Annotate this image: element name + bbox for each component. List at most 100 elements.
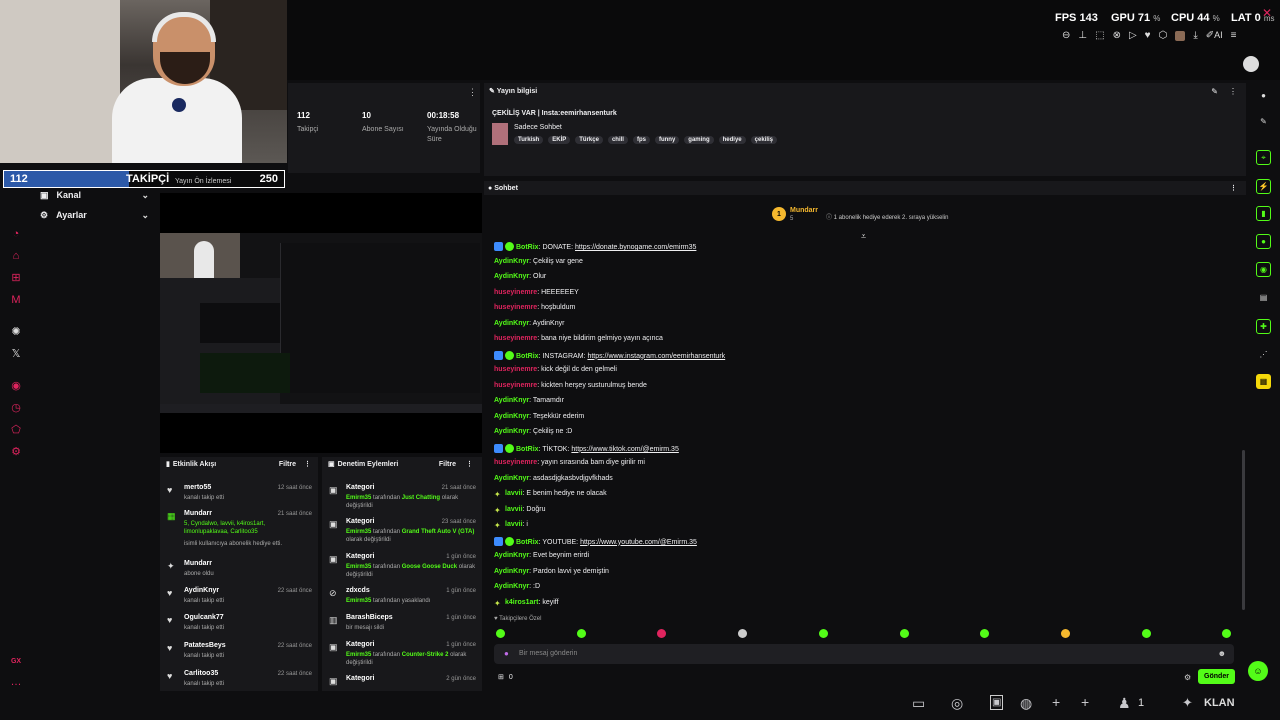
clan-icon[interactable]: ✦	[1182, 695, 1193, 711]
stream-info-menu-icon[interactable]: ⋮	[1229, 87, 1237, 96]
collapse-icon[interactable]: ⩡	[861, 231, 866, 242]
chat-username[interactable]: BotRix	[516, 539, 539, 546]
chat-username[interactable]: huseyinemre	[494, 382, 537, 389]
chat-bubble-icon[interactable]: ●	[1256, 234, 1271, 249]
tag-pill[interactable]: çekiliş	[750, 136, 778, 144]
chat-username[interactable]: huseyinemre	[494, 289, 537, 296]
moderation-subject[interactable]: Kategori	[346, 641, 374, 648]
stream-category[interactable]: Sadece Sohbet	[514, 124, 562, 131]
chat-username[interactable]: AydinKnyr	[494, 258, 529, 265]
badge-icon[interactable]: ◎	[951, 695, 963, 712]
chat-scrollbar[interactable]	[1242, 450, 1245, 610]
tag-pill[interactable]: Turkish	[514, 136, 544, 144]
tag-pill[interactable]: chill	[607, 136, 628, 144]
pubg-icon[interactable]: ▣	[990, 695, 1004, 710]
chat-link[interactable]: https://donate.bynogame.com/emirm35	[575, 244, 696, 251]
activity-user[interactable]: merto55	[184, 484, 211, 491]
lightning-icon[interactable]: ⚡	[1256, 179, 1271, 194]
emote-icon[interactable]	[496, 629, 505, 638]
pinboard-icon[interactable]: ⬠	[10, 424, 22, 436]
chat-settings-icon[interactable]: ⚙	[1184, 673, 1191, 682]
menu-icon[interactable]: ≡	[1231, 30, 1237, 41]
chat-username[interactable]: huseyinemre	[494, 459, 537, 466]
pin-icon[interactable]: ⊥	[1078, 30, 1087, 41]
emote-icon[interactable]	[1222, 629, 1232, 638]
moderation-subject[interactable]: Kategori	[346, 484, 374, 491]
emote-icon[interactable]	[980, 629, 990, 638]
note-icon[interactable]: ▮	[1256, 206, 1271, 221]
zoom-out-icon[interactable]: ⊖	[1062, 30, 1070, 41]
wrench-icon[interactable]: ✚	[1256, 319, 1271, 334]
moderation-subject[interactable]: Kategori	[346, 518, 374, 525]
nav-settings[interactable]: ⚙ Ayarlar ⌄	[40, 207, 155, 223]
emote-icon[interactable]	[576, 629, 586, 638]
tag-pill[interactable]: funny	[654, 136, 680, 144]
info-icon[interactable]: ●	[1256, 88, 1271, 103]
moderator-name[interactable]: Emirm35	[346, 529, 371, 535]
chat-username[interactable]: AydinKnyr	[494, 428, 529, 435]
x-icon[interactable]: 𝕏	[10, 348, 22, 360]
pinned-user[interactable]: Mundarr	[790, 207, 818, 214]
moderation-menu-icon[interactable]: ⋮	[466, 460, 473, 468]
chat-username[interactable]: huseyinemre	[494, 304, 537, 311]
clan-label[interactable]: KLAN	[1204, 697, 1235, 709]
moderator-name[interactable]: Emirm35	[346, 598, 371, 604]
moderator-name[interactable]: Emirm35	[346, 495, 371, 501]
broadcast-icon[interactable]: ◉	[1256, 262, 1271, 277]
play-icon[interactable]: ▷	[1129, 30, 1137, 41]
download-icon[interactable]: ⤓	[1193, 30, 1197, 41]
tag-pill[interactable]: gaming	[684, 136, 714, 144]
emote-icon[interactable]	[1141, 629, 1151, 638]
screenshot-icon[interactable]: ⬚	[1095, 30, 1104, 41]
chat-icon[interactable]: ▭	[912, 695, 925, 712]
emote-icon[interactable]	[1060, 629, 1070, 638]
chat-username[interactable]: k4iros1art	[505, 599, 538, 606]
settings-icon[interactable]: ⚙	[10, 446, 22, 458]
chat-username[interactable]: AydinKnyr	[494, 475, 529, 482]
tag-pill[interactable]: hediye	[718, 136, 746, 144]
chat-username[interactable]: BotRix	[516, 353, 539, 360]
chat-username[interactable]: AydinKnyr	[494, 413, 529, 420]
stats-menu-icon[interactable]: ⋮	[468, 87, 477, 98]
pencil-icon[interactable]: ✎	[1256, 114, 1271, 129]
chat-link[interactable]: https://www.instagram.com/eemirhansentur…	[587, 353, 725, 360]
chat-username[interactable]: AydinKnyr	[494, 568, 529, 575]
ai-button[interactable]: ✐AI	[1206, 30, 1223, 41]
tag-pill[interactable]: Türkçe	[575, 136, 603, 144]
chat-username[interactable]: huseyinemre	[494, 366, 537, 373]
chat-username[interactable]: lavvii	[505, 506, 523, 513]
moderator-name[interactable]: Emirm35	[346, 652, 371, 658]
chat-username[interactable]: AydinKnyr	[494, 320, 529, 327]
activity-menu-icon[interactable]: ⋮	[304, 460, 311, 468]
emote-icon[interactable]	[818, 629, 828, 638]
target-icon[interactable]: ⌖	[1256, 150, 1271, 165]
emoji-icon[interactable]: ☻	[1218, 649, 1226, 658]
add-icon[interactable]: +	[1052, 694, 1060, 710]
chat-username[interactable]: lavvii	[505, 521, 523, 528]
chat-username[interactable]: AydinKnyr	[494, 397, 529, 404]
shop-icon[interactable]: ⌂	[10, 250, 22, 262]
speed-dial-icon[interactable]: ◔	[10, 228, 22, 240]
extensions-icon[interactable]: ⬡	[1159, 30, 1168, 41]
moderator-name[interactable]: Emirm35	[346, 564, 371, 570]
chatgpt-icon[interactable]: ✺	[10, 326, 22, 338]
mail-icon[interactable]: M	[10, 294, 22, 306]
moderation-subject[interactable]: BarashBiceps	[346, 614, 393, 621]
chat-menu-icon[interactable]: ⋮	[1230, 184, 1237, 192]
activity-user[interactable]: Mundarr	[184, 510, 212, 517]
layout-icon[interactable]: ▤	[1256, 290, 1271, 305]
chat-username[interactable]: BotRix	[516, 244, 539, 251]
history-icon[interactable]: ◷	[10, 402, 22, 414]
moderation-subject[interactable]: Kategori	[346, 675, 374, 682]
activity-user[interactable]: Carlitoo35	[184, 670, 218, 677]
chat-username[interactable]: AydinKnyr	[494, 552, 529, 559]
tag-pill[interactable]: EKİP	[548, 136, 571, 144]
chat-username[interactable]: lavvii	[505, 490, 523, 497]
profile-avatar[interactable]	[1243, 56, 1259, 72]
chat-link[interactable]: https://www.tiktok.com/@emirm.35	[571, 446, 678, 453]
heart-icon[interactable]: ♥	[1145, 30, 1151, 41]
mic-icon[interactable]: ●	[504, 649, 509, 658]
moderation-subject[interactable]: Kategori	[346, 553, 374, 560]
chat-username[interactable]: BotRix	[516, 446, 539, 453]
avatar[interactable]	[1175, 30, 1186, 41]
